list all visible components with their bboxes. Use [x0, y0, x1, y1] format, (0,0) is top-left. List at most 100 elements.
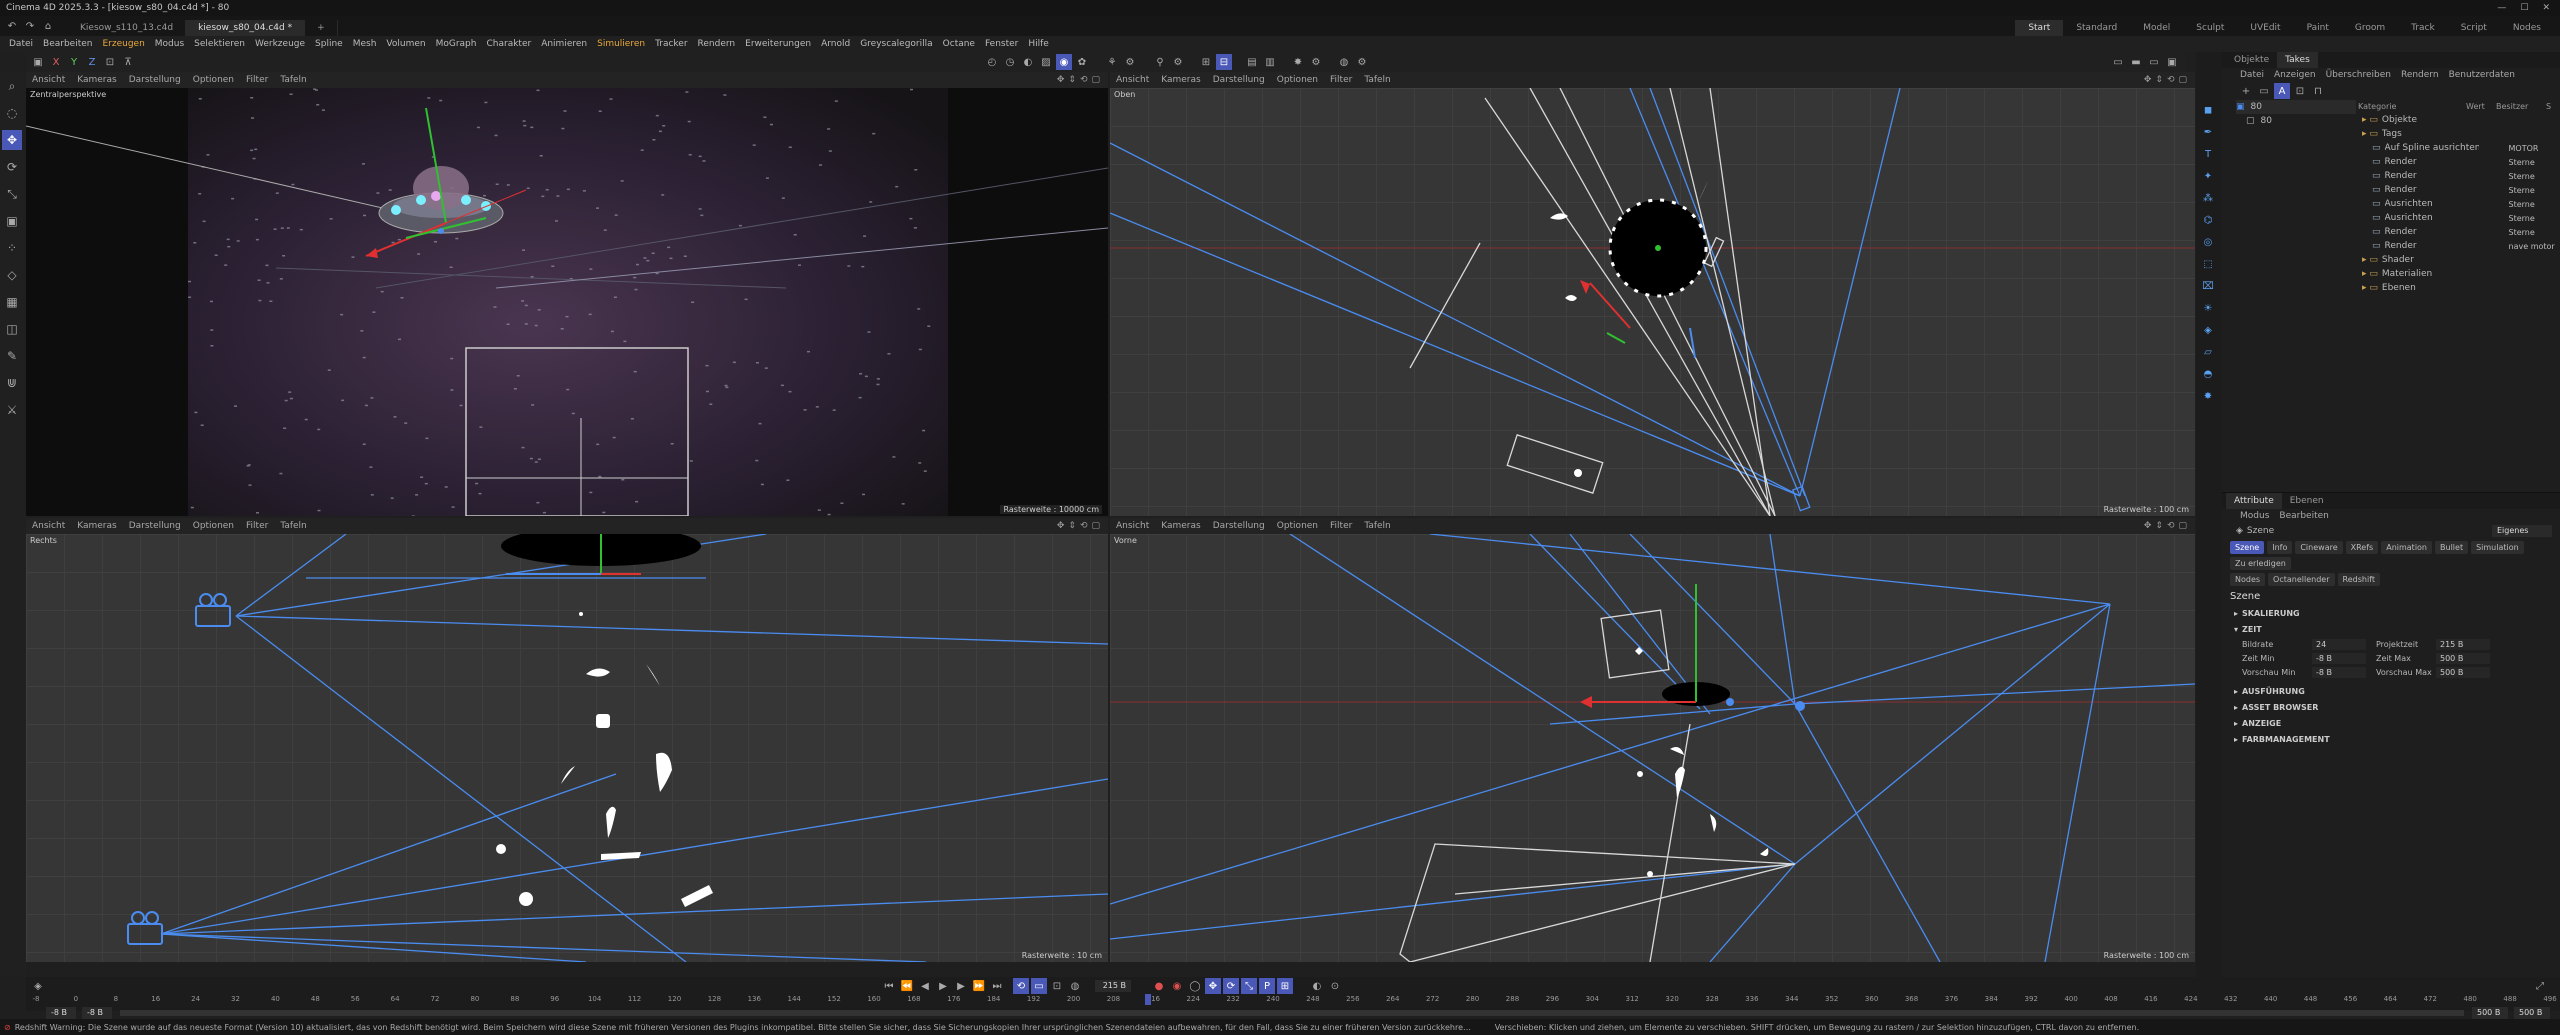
minimize-icon[interactable]: — [2497, 3, 2506, 13]
tab-nodes[interactable]: Nodes [2230, 573, 2266, 586]
record-icon[interactable]: ● [1151, 978, 1167, 994]
redo-icon[interactable]: ↷ [22, 18, 38, 34]
model-icon[interactable]: ▣ [30, 54, 46, 70]
vp-menu-tafeln[interactable]: Tafeln [280, 521, 306, 531]
playback-rate-icon[interactable]: ⊡ [1049, 978, 1065, 994]
take-child[interactable]: ▢ 80 [2236, 114, 2356, 128]
menu-octane[interactable]: Octane [938, 39, 980, 49]
coordinate-system-icon[interactable]: ⊡ [102, 54, 118, 70]
vp-menu-filter[interactable]: Filter [1330, 521, 1352, 531]
menu-charakter[interactable]: Charakter [481, 39, 536, 49]
range-start-field[interactable]: -8 B [46, 1007, 76, 1019]
menu-erzeugen[interactable]: Erzeugen [97, 39, 149, 49]
add-take-icon[interactable]: + [2238, 83, 2254, 99]
edges-mode-icon[interactable]: ◇ [2, 265, 22, 285]
viewport-perspective[interactable]: Ansicht Kameras Darstellung Optionen Fil… [26, 72, 1108, 516]
search-icon[interactable]: ⌕ [2, 76, 22, 96]
field-value[interactable]: -8 B [2312, 666, 2366, 678]
wireframe-icon[interactable]: ▥ [1262, 54, 1278, 70]
knife-icon[interactable]: ⚔ [2, 400, 22, 420]
tree-item[interactable]: ▸ ▭ Shader [2358, 253, 2560, 267]
takes-menu-datei[interactable]: Datei [2240, 70, 2264, 80]
vp-menu-tafeln[interactable]: Tafeln [280, 75, 306, 85]
uv-mode-icon[interactable]: ◫ [2, 319, 22, 339]
undo-icon[interactable]: ↶ [4, 18, 20, 34]
section-farbmanagement[interactable]: ▸ FARBMANAGEMENT [2222, 731, 2560, 747]
deformer-icon[interactable]: ⌬ [2200, 212, 2216, 228]
grid-icon[interactable]: ⊞ [1198, 54, 1214, 70]
doc-tab[interactable]: + [305, 20, 338, 36]
tweak-icon[interactable]: ▤ [1244, 54, 1260, 70]
lock-icon[interactable]: ⚲ [1152, 54, 1168, 70]
range-slider[interactable] [120, 1010, 2464, 1016]
layout-tab-sculpt[interactable]: Sculpt [2183, 20, 2237, 36]
timeline-settings-icon[interactable]: ◈ [30, 978, 46, 994]
vp-menu-filter[interactable]: Filter [1330, 75, 1352, 85]
polygons-mode-icon[interactable]: ▦ [2, 292, 22, 312]
points-mode-icon[interactable]: ⁘ [2, 238, 22, 258]
section-ausführung[interactable]: ▸ AUSFÜHRUNG [2222, 683, 2560, 699]
render-view-icon[interactable]: ◷ [1002, 54, 1018, 70]
vp-menu-optionen[interactable]: Optionen [1277, 75, 1318, 85]
maximize-icon[interactable]: ☐ [2520, 3, 2528, 13]
vp-menu-optionen[interactable]: Optionen [1277, 521, 1318, 531]
timeline-ruler[interactable]: -8 0 8 16 24 32 40 48 56 64 72 80 88 96 104 112 120 128 13… [33, 994, 2557, 1005]
display-icon[interactable]: ✸ [1290, 54, 1306, 70]
field-value[interactable]: -8 B [2312, 652, 2366, 664]
range-end-field[interactable]: 500 B [2472, 1007, 2508, 1019]
close-icon[interactable]: ✕ [2542, 3, 2550, 13]
layout-tab-start[interactable]: Start [2015, 20, 2064, 36]
timeline-snap-icon[interactable]: ⊙ [1327, 978, 1343, 994]
tree-item[interactable]: ▭ Render nave motor [2358, 239, 2560, 253]
tab-redshift[interactable]: Redshift [2337, 573, 2380, 586]
prev-key-icon[interactable]: ⏪ [899, 978, 915, 994]
camera-icon[interactable]: ⌧ [2200, 278, 2216, 294]
loop-icon[interactable]: ⟲ [1013, 978, 1029, 994]
vp-menu-filter[interactable]: Filter [246, 521, 268, 531]
current-frame-field[interactable]: 215 B [1095, 980, 1131, 992]
range-start-field-2[interactable]: -8 B [82, 1007, 112, 1019]
tab-simulation[interactable]: Simulation [2471, 541, 2524, 554]
field-value[interactable]: 500 B [2436, 652, 2490, 664]
snapping-icon[interactable]: ⚘ [1104, 54, 1120, 70]
menu-bearbeiten[interactable]: Bearbeiten [38, 39, 97, 49]
scene-icon[interactable]: ◈ [2200, 322, 2216, 338]
key-scale-icon[interactable]: ⤡ [1241, 978, 1257, 994]
tree-item[interactable]: ▸ ▭ Objekte [2358, 113, 2560, 127]
attr-menu-bearbeiten[interactable]: Bearbeiten [2279, 511, 2328, 521]
vp-menu-kameras[interactable]: Kameras [77, 521, 116, 531]
home-icon[interactable]: ⌂ [40, 18, 56, 34]
cloner-icon[interactable]: ⁂ [2200, 190, 2216, 206]
vp-menu-darstellung[interactable]: Darstellung [1213, 75, 1265, 85]
expand-timeline-icon[interactable]: ⤢ [2532, 978, 2548, 994]
tree-item[interactable]: ▭ Render Sterne [2358, 155, 2560, 169]
takes-menu-rendern[interactable]: Rendern [2401, 70, 2439, 80]
viewport-top[interactable]: Ansicht Kameras Darstellung Optionen Fil… [1110, 72, 2195, 516]
brush-icon[interactable]: ✎ [2, 346, 22, 366]
vp-menu-darstellung[interactable]: Darstellung [129, 75, 181, 85]
auto-key-icon[interactable]: ◉ [1169, 978, 1185, 994]
tree-item[interactable]: ▭ Render Sterne [2358, 225, 2560, 239]
menu-modus[interactable]: Modus [150, 39, 189, 49]
tab-ebenen[interactable]: Ebenen [2282, 493, 2332, 509]
viewport-front[interactable]: Ansicht Kameras Darstellung Optionen Fil… [1110, 518, 2195, 962]
viewport-nav-icons[interactable]: ✥⇕⟲▢ [1057, 521, 1104, 531]
material-icon[interactable]: ✿ [1074, 54, 1090, 70]
field-value[interactable]: 24 [2312, 638, 2366, 650]
render-queue-icon[interactable]: ▨ [1038, 54, 1054, 70]
section-skalierung[interactable]: ▸ SKALIERUNG [2222, 605, 2560, 621]
quantize-icon[interactable]: ⊟ [1216, 54, 1232, 70]
keyframe-selection-icon[interactable]: ◯ [1187, 978, 1203, 994]
tab-octanellender[interactable]: Octanellender [2268, 573, 2335, 586]
goto-start-icon[interactable]: ⏮ [881, 978, 897, 994]
workplane-icon[interactable]: ⚙ [1122, 54, 1138, 70]
field-icon[interactable]: ◎ [2200, 234, 2216, 250]
section-anzeige[interactable]: ▸ ANZEIGE [2222, 715, 2560, 731]
menu-werkzeuge[interactable]: Werkzeuge [250, 39, 310, 49]
axis-x-icon[interactable]: X [48, 54, 64, 70]
menu-hilfe[interactable]: Hilfe [1023, 39, 1053, 49]
hair-icon[interactable]: ⚙ [1354, 54, 1370, 70]
tab-xrefs[interactable]: XRefs [2345, 541, 2379, 554]
prev-frame-icon[interactable]: ◀ [917, 978, 933, 994]
viewport-nav-icons[interactable]: ✥⇕⟲▢ [2144, 521, 2191, 531]
